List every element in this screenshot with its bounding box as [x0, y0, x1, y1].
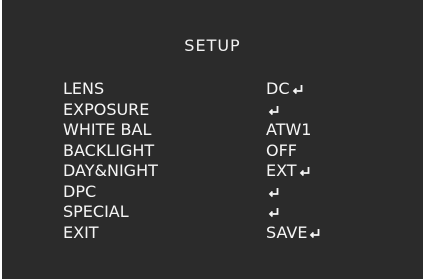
menu-item-exit[interactable]: EXIT SAVE [2, 223, 423, 244]
menu-item-dpc[interactable]: DPC [2, 182, 423, 203]
menu-item-day-night[interactable]: DAY&NIGHT EXT [2, 161, 423, 182]
menu-item-value [266, 100, 280, 121]
value-text: ATW1 [266, 120, 312, 139]
enter-return-icon [268, 104, 280, 116]
menu-item-backlight[interactable]: BACKLIGHT OFF [2, 141, 423, 162]
enter-return-icon [268, 186, 280, 198]
enter-return-icon [309, 227, 321, 239]
menu-item-label: SPECIAL [63, 202, 129, 221]
menu-item-white-bal[interactable]: WHITE BAL ATW1 [2, 120, 423, 141]
enter-return-icon [268, 206, 280, 218]
menu-item-label: DPC [63, 181, 97, 201]
menu-item-label: LENS [63, 79, 105, 98]
menu-item-label: BACKLIGHT [63, 140, 155, 160]
setup-menu: LENS DC EXPOSURE WHITE BAL ATW1 BACKLIGH… [2, 79, 423, 243]
menu-item-value [266, 182, 280, 203]
value-text: OFF [266, 140, 297, 160]
menu-item-special[interactable]: SPECIAL [2, 202, 423, 223]
value-text: DC [266, 79, 290, 98]
menu-item-value: EXT [266, 161, 311, 182]
value-text: SAVE [266, 222, 308, 242]
menu-item-exposure[interactable]: EXPOSURE [2, 100, 423, 121]
menu-item-value: SAVE [266, 223, 321, 244]
menu-title: SETUP [184, 36, 241, 55]
menu-item-value [266, 202, 280, 223]
menu-item-label: EXIT [63, 222, 99, 242]
osd-screen: SETUP LENS DC EXPOSURE WHITE BAL ATW1 BA… [2, 0, 423, 279]
menu-item-value: DC [266, 79, 304, 100]
menu-item-label: WHITE BAL [63, 120, 152, 139]
value-text: EXT [266, 161, 297, 180]
menu-item-value: OFF [266, 141, 297, 162]
menu-item-label: EXPOSURE [63, 99, 150, 119]
menu-item-lens[interactable]: LENS DC [2, 79, 423, 100]
enter-return-icon [299, 165, 311, 177]
menu-item-value: ATW1 [266, 120, 311, 141]
menu-item-label: DAY&NIGHT [63, 161, 158, 180]
enter-return-icon [292, 83, 304, 95]
